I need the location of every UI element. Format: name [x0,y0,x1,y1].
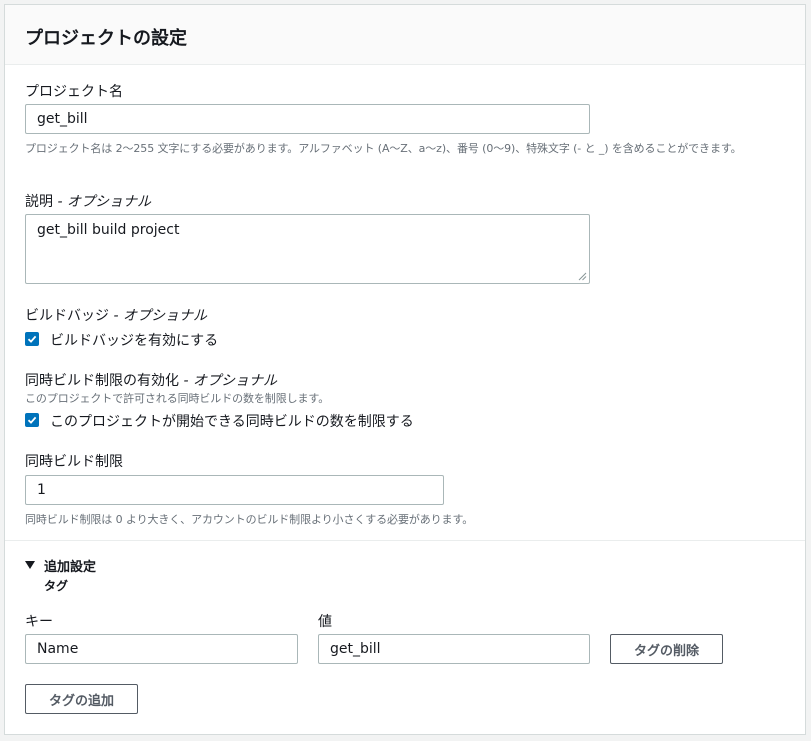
concurrent-limit-hint: このプロジェクトで許可される同時ビルドの数を制限します。 [25,392,330,405]
concurrent-limit-input[interactable]: 1 [25,475,444,505]
concurrent-limit-label: 同時ビルド制限の有効化 - オプショナル [25,370,277,390]
panel-header: プロジェクトの設定 [5,5,805,65]
caret-down-icon [25,561,35,569]
check-icon [27,335,37,343]
build-badge-checkbox-label[interactable]: ビルドバッジを有効にする [50,330,218,350]
project-name-input[interactable]: get_bill [25,104,590,134]
tag-key-input[interactable]: Name [25,634,298,664]
concurrent-limit-value-hint: 同時ビルド制限は 0 より大きく、アカウントのビルド制限より小さくする必要があり… [25,513,474,526]
description-optional: - オプショナル [57,194,151,210]
project-settings-panel: プロジェクトの設定 プロジェクト名 get_bill プロジェクト名は 2〜25… [4,4,806,735]
description-label-text: 説明 [25,194,53,210]
check-icon [27,416,37,424]
tag-value-label: 値 [318,614,332,630]
resize-handle-icon[interactable] [578,272,587,281]
concurrent-limit-checkbox-label[interactable]: このプロジェクトが開始できる同時ビルドの数を制限する [50,411,414,431]
concurrent-limit-label-text: 同時ビルド制限の有効化 [25,373,179,389]
add-tag-button[interactable]: タグの追加 [25,684,138,714]
build-badge-optional: - オプショナル [113,308,207,324]
remove-tag-button[interactable]: タグの削除 [610,634,723,664]
build-badge-label-text: ビルドバッジ [25,308,109,324]
additional-settings-label: 追加設定 [44,560,97,575]
build-badge-label: ビルドバッジ - オプショナル [25,305,207,325]
tag-value-value: get_bill [330,641,381,657]
tags-label: タグ [44,579,69,593]
concurrent-limit-input-value: 1 [37,482,46,498]
description-label: 説明 - オプショナル [25,191,151,211]
description-textarea[interactable]: get_bill build project [25,214,590,284]
additional-settings-toggle[interactable]: 追加設定 [25,556,96,575]
build-badge-checkbox[interactable] [25,332,39,346]
project-name-hint: プロジェクト名は 2〜255 文字にする必要があります。アルファベット (A〜Z… [25,142,742,155]
tag-key-label: キー [25,614,53,630]
project-name-value: get_bill [37,111,88,127]
concurrent-limit-optional: - オプショナル [183,373,277,389]
concurrent-limit-value-label: 同時ビルド制限 [25,454,123,470]
concurrent-limit-checkbox[interactable] [25,413,39,427]
tag-key-value: Name [37,641,79,657]
tag-value-input[interactable]: get_bill [318,634,590,664]
section-divider [5,540,805,541]
panel-title: プロジェクトの設定 [25,28,187,49]
project-name-label: プロジェクト名 [25,84,123,100]
description-value: get_bill build project [37,222,180,238]
